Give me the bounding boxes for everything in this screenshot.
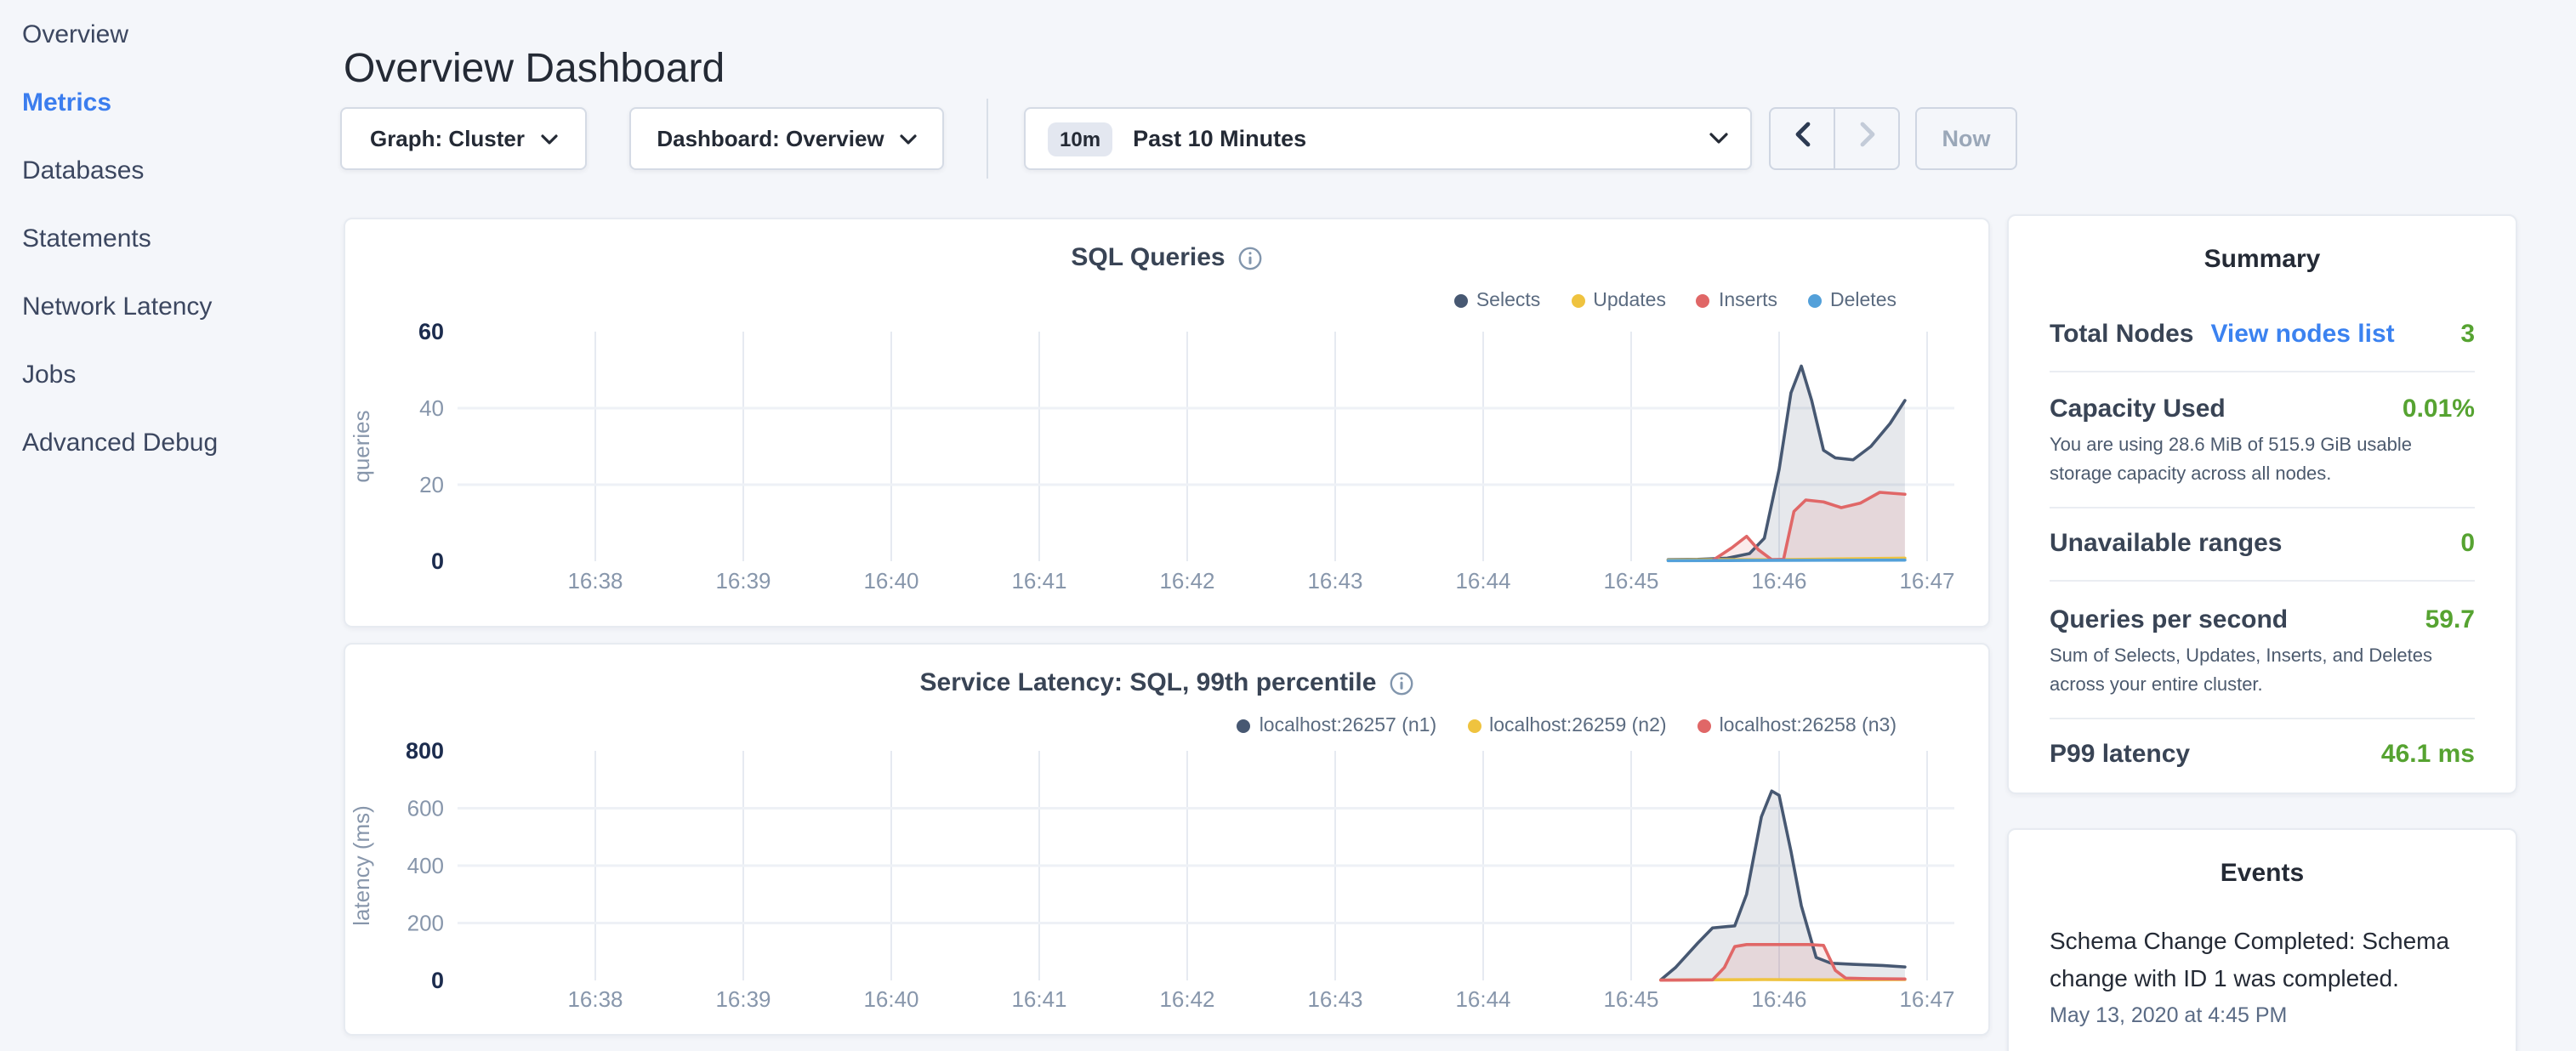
capacity-caption: You are using 28.6 MiB of 515.9 GiB usab… xyxy=(2050,432,2475,488)
svg-text:600: 600 xyxy=(407,796,444,821)
time-range-dropdown[interactable]: 10m Past 10 Minutes xyxy=(1024,107,1752,170)
time-range-label: Past 10 Minutes xyxy=(1133,126,1306,151)
event-timestamp: May 13, 2020 at 4:45 PM xyxy=(2050,1002,2475,1031)
qps-caption: Sum of Selects, Updates, Inserts, and De… xyxy=(2050,643,2475,699)
time-step-buttons xyxy=(1769,107,1900,170)
svg-text:0: 0 xyxy=(431,548,444,574)
svg-text:16:46: 16:46 xyxy=(1751,568,1806,594)
svg-text:16:41: 16:41 xyxy=(1011,986,1066,1012)
summary-row-total-nodes: Total Nodes View nodes list 3 xyxy=(2050,315,2475,352)
svg-text:16:38: 16:38 xyxy=(567,568,623,594)
sidebar-item-jobs[interactable]: Jobs xyxy=(0,340,323,408)
dashboard-dropdown[interactable]: Dashboard: Overview xyxy=(629,107,944,170)
unavailable-ranges-label: Unavailable ranges xyxy=(2050,528,2282,557)
svg-text:16:39: 16:39 xyxy=(715,986,771,1012)
graph-scope-label: Graph: Cluster xyxy=(370,126,525,151)
svg-text:16:43: 16:43 xyxy=(1307,568,1362,594)
capacity-used-label: Capacity Used xyxy=(2050,394,2226,423)
sidebar-item-overview[interactable]: Overview xyxy=(0,0,323,68)
sidebar-item-advanced-debug[interactable]: Advanced Debug xyxy=(0,408,323,476)
events-panel: Events Schema Change Completed: Schema c… xyxy=(2007,828,2517,1051)
app-window: Overview Metrics Databases Statements Ne… xyxy=(0,0,2576,1051)
svg-text:16:46: 16:46 xyxy=(1751,986,1806,1012)
svg-text:16:47: 16:47 xyxy=(1899,986,1954,1012)
sidebar-item-databases[interactable]: Databases xyxy=(0,136,323,204)
sidebar-item-metrics[interactable]: Metrics xyxy=(0,68,323,136)
service-latency-chart[interactable]: 16:38 16:39 16:40 16:41 16:42 16:43 16:44 16:45… xyxy=(345,645,1992,1037)
event-message: Schema Change Completed: Schema change w… xyxy=(2050,922,2475,997)
svg-text:16:44: 16:44 xyxy=(1455,986,1510,1012)
page-title: Overview Dashboard xyxy=(344,46,725,94)
svg-text:16:43: 16:43 xyxy=(1307,986,1362,1012)
svg-text:16:44: 16:44 xyxy=(1455,568,1510,594)
svg-text:16:45: 16:45 xyxy=(1603,568,1658,594)
summary-row-unavailable-ranges: Unavailable ranges 0 xyxy=(2050,524,2475,561)
svg-text:200: 200 xyxy=(407,911,444,936)
dashboard-label: Dashboard: Overview xyxy=(657,126,884,151)
total-nodes-value: 3 xyxy=(2460,319,2475,348)
sql-queries-chart-card: SQL Queries SelectsUpdatesInsertsDeletes… xyxy=(344,218,1990,628)
svg-text:40: 40 xyxy=(419,395,444,421)
summary-row-p99: P99 latency 46.1 ms xyxy=(2050,735,2475,772)
chevron-down-icon xyxy=(540,134,557,144)
svg-text:16:45: 16:45 xyxy=(1603,986,1658,1012)
svg-text:16:39: 16:39 xyxy=(715,568,771,594)
svg-text:latency (ms): latency (ms) xyxy=(349,805,374,926)
svg-text:800: 800 xyxy=(406,738,444,764)
sql-queries-chart[interactable]: 16:38 16:39 16:40 16:41 16:42 16:43 16:44 16:45… xyxy=(345,219,1992,629)
graph-scope-dropdown[interactable]: Graph: Cluster xyxy=(340,107,587,170)
svg-text:16:42: 16:42 xyxy=(1159,568,1214,594)
p99-latency-label: P99 latency xyxy=(2050,739,2190,768)
sidebar: Overview Metrics Databases Statements Ne… xyxy=(0,0,323,1051)
summary-title: Summary xyxy=(2050,243,2475,277)
time-step-back-button[interactable] xyxy=(1771,109,1835,168)
divider xyxy=(2050,718,2475,719)
qps-value: 59.7 xyxy=(2425,605,2475,633)
chevron-left-icon xyxy=(1794,121,1811,156)
svg-text:60: 60 xyxy=(418,319,444,344)
chevron-down-icon xyxy=(1709,133,1728,145)
sidebar-item-network-latency[interactable]: Network Latency xyxy=(0,272,323,340)
divider xyxy=(2050,371,2475,372)
p99-latency-value: 46.1 ms xyxy=(2381,739,2475,768)
summary-row-capacity: Capacity Used 0.01% xyxy=(2050,389,2475,427)
svg-text:16:40: 16:40 xyxy=(863,568,918,594)
time-range-badge: 10m xyxy=(1048,122,1112,156)
divider xyxy=(2050,580,2475,582)
capacity-used-value: 0.01% xyxy=(2403,394,2475,423)
svg-text:16:40: 16:40 xyxy=(863,986,918,1012)
summary-panel: Summary Total Nodes View nodes list 3 Ca… xyxy=(2007,214,2517,794)
svg-text:16:47: 16:47 xyxy=(1899,568,1954,594)
svg-text:16:38: 16:38 xyxy=(567,986,623,1012)
sidebar-item-statements[interactable]: Statements xyxy=(0,204,323,272)
svg-text:16:42: 16:42 xyxy=(1159,986,1214,1012)
service-latency-chart-card: Service Latency: SQL, 99th percentile lo… xyxy=(344,643,1990,1036)
controls-divider xyxy=(987,99,988,179)
now-button[interactable]: Now xyxy=(1915,107,2017,170)
qps-label: Queries per second xyxy=(2050,605,2288,633)
view-nodes-list-link[interactable]: View nodes list xyxy=(2210,319,2394,348)
total-nodes-label: Total Nodes xyxy=(2050,319,2193,348)
chevron-right-icon xyxy=(1858,121,1875,156)
svg-text:queries: queries xyxy=(349,410,374,482)
divider xyxy=(2050,507,2475,508)
summary-row-qps: Queries per second 59.7 xyxy=(2050,600,2475,638)
svg-text:0: 0 xyxy=(431,968,444,993)
svg-text:400: 400 xyxy=(407,853,444,878)
chevron-down-icon xyxy=(900,134,917,144)
unavailable-ranges-value: 0 xyxy=(2460,528,2475,557)
events-title: Events xyxy=(2050,857,2475,891)
svg-text:16:41: 16:41 xyxy=(1011,568,1066,594)
time-step-forward-button[interactable] xyxy=(1835,109,1898,168)
svg-text:20: 20 xyxy=(419,472,444,497)
